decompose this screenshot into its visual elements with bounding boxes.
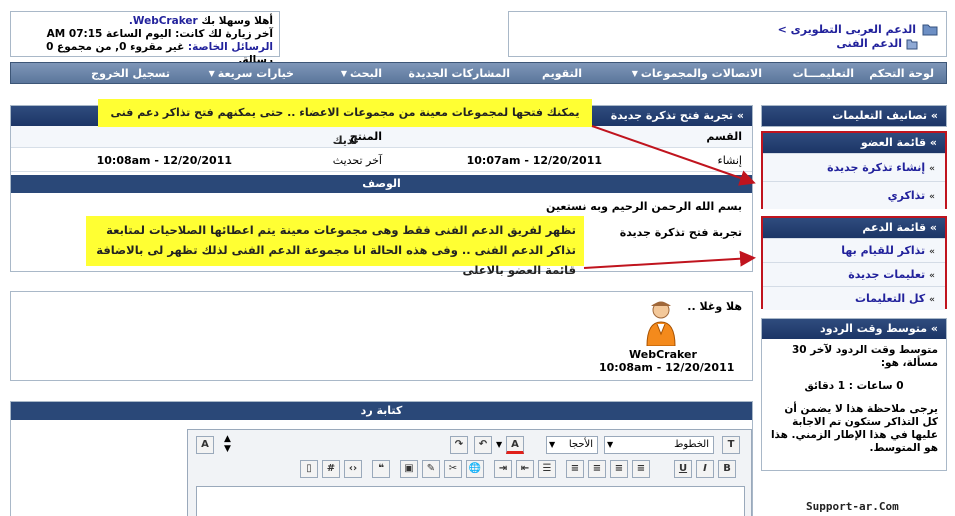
folder-icon xyxy=(922,24,938,36)
username-link[interactable]: WebCraker. xyxy=(129,15,198,27)
sidebar-item-my-tickets[interactable]: »تذاكري xyxy=(763,181,945,209)
main-navbar: لوحة التحكم التعليمـــات الاتصالات والمج… xyxy=(10,62,947,84)
font-color-icon[interactable]: A xyxy=(506,436,524,454)
nav-new-posts[interactable]: المشاركات الجديدة xyxy=(394,67,522,80)
sidebar-item-all-faq[interactable]: »كل التعليمات xyxy=(763,286,945,310)
nav-faq[interactable]: التعليمـــات xyxy=(774,67,866,80)
reply-panel: كتابة رد A ▲ ▼ ↷ ↶ ▼ A الأحجا ▼ الخطوط ▼ T … xyxy=(10,401,753,516)
breadcrumb-path: الدعم العربى التطويرى > xyxy=(778,23,916,36)
nav-control-panel[interactable]: لوحة التحكم xyxy=(866,67,946,80)
faq-categories-box: » تصانيف التعليمات xyxy=(761,105,947,127)
last-visit: آخر زيارة لك كانت: اليوم الساعة 07:15 AM xyxy=(46,28,273,40)
color-dropdown-icon[interactable]: ▼ xyxy=(496,440,502,449)
code-icon[interactable]: # xyxy=(322,460,340,478)
annotation-note-2: تظهر لفريق الدعم الفنى فقط وهى مجموعات م… xyxy=(86,216,584,277)
justify-icon[interactable]: ≡ xyxy=(566,460,584,478)
breadcrumb-root[interactable]: الدعم العربى التطويرى xyxy=(791,23,916,36)
breadcrumb-current: الدعم الفنى xyxy=(836,37,902,50)
avg-response-title: » متوسط وقت الردود xyxy=(762,319,946,339)
italic-icon[interactable]: I xyxy=(696,460,714,478)
avg-response-value: 0 ساعات : 1 دقائق xyxy=(804,380,904,392)
created-label: إنشاء xyxy=(717,154,742,167)
created-value: 10:07am - 12/20/2011 xyxy=(466,154,602,167)
sidebar-item-todo-tickets[interactable]: »تذاكر للقيام بها xyxy=(763,238,945,262)
align-center-icon[interactable]: ≡ xyxy=(610,460,628,478)
font-select[interactable]: الخطوط ▼ xyxy=(604,436,714,454)
ticket-row-dates: إنشاء 10:07am - 12/20/2011 آخر تحديث 10:… xyxy=(11,150,752,172)
reply-title: كتابة رد xyxy=(11,402,752,420)
remove-format-icon[interactable]: T xyxy=(722,436,740,454)
switch-mode-icon[interactable]: A xyxy=(196,436,214,454)
html-icon[interactable]: ‹› xyxy=(344,460,362,478)
user-avatar-icon xyxy=(646,301,676,346)
link-icon[interactable]: 🌐 xyxy=(466,460,484,478)
edit-icon[interactable]: ✎ xyxy=(422,460,440,478)
align-right-icon[interactable]: ≡ xyxy=(588,460,606,478)
list-icon[interactable]: ☰ xyxy=(538,460,556,478)
reply-textarea[interactable] xyxy=(196,486,745,516)
bullet-arrow-icon: » xyxy=(929,271,935,281)
post-author[interactable]: WebCraker xyxy=(629,348,697,361)
unlink-icon[interactable]: ✂ xyxy=(444,460,462,478)
resize-icon[interactable]: ▲ ▼ xyxy=(224,434,231,454)
ticket-row-meta: القسم المنتج xyxy=(11,126,752,148)
watermark: Support-ar.Com xyxy=(806,500,899,513)
bold-icon[interactable]: B xyxy=(718,460,736,478)
description-header: الوصف xyxy=(11,175,752,193)
nav-calendar[interactable]: التقويم xyxy=(522,67,594,80)
annotation-note-1: يمكنك فتحها لمجموعات معينة من مجموعات ال… xyxy=(98,99,592,147)
breadcrumb-separator: > xyxy=(777,23,787,36)
faq-categories-title[interactable]: » تصانيف التعليمات xyxy=(762,106,946,126)
align-left-icon[interactable]: ≡ xyxy=(632,460,650,478)
nav-quick-links[interactable]: خيارات سريعة ▼ xyxy=(182,67,306,80)
indent-icon[interactable]: ⇥ xyxy=(494,460,512,478)
bullet-arrow-icon: » xyxy=(929,247,935,257)
redo-icon[interactable]: ↷ xyxy=(450,436,468,454)
support-menu: » قائمة الدعم »تذاكر للقيام بها »تعليمات… xyxy=(761,216,947,310)
member-menu-title: » قائمة العضو xyxy=(763,133,945,153)
caret-down-icon: ▼ xyxy=(340,68,348,78)
ticket-bismillah: بسم الله الرحمن الرحيم وبه نستعين xyxy=(546,200,742,213)
avg-response-intro: متوسط وقت الردود لآخر 30 مسألة، هو: xyxy=(792,344,938,369)
bullet-arrow-icon: » xyxy=(929,295,935,305)
sidebar-item-new-faq[interactable]: »تعليمات جديدة xyxy=(763,262,945,286)
post-text: هلا وغلا .. xyxy=(687,300,742,313)
ticket-body: تجربة فتح تذكرة جديدة xyxy=(619,226,742,239)
nav-groups[interactable]: الاتصالات والمجموعات ▼ xyxy=(594,67,774,80)
size-select[interactable]: الأحجا ▼ xyxy=(546,436,598,454)
quote-icon[interactable]: ❝ xyxy=(372,460,390,478)
folder-open-icon xyxy=(906,39,918,50)
sidebar-item-new-ticket[interactable]: »إنشاء تذكرة جديدة xyxy=(763,153,945,181)
caret-down-icon: ▼ xyxy=(208,68,215,78)
post-date: 10:08am - 12/20/2011 xyxy=(599,361,735,374)
image-icon[interactable]: ▣ xyxy=(400,460,418,478)
avg-response-box: » متوسط وقت الردود متوسط وقت الردود لآخر… xyxy=(761,318,947,471)
nav-logout[interactable]: تسجيل الخروج xyxy=(79,67,182,80)
underline-icon[interactable]: U xyxy=(674,460,692,478)
welcome-box: أهلا وسهلا بك WebCraker. آخر زيارة لك كا… xyxy=(10,11,280,66)
welcome-line: أهلا وسهلا بك WebCraker. xyxy=(128,15,273,27)
reply-post: هلا وغلا .. WebCraker 10:08am - 12/20/20… xyxy=(10,291,753,381)
section-label: القسم xyxy=(706,130,742,143)
updated-value: 10:08am - 12/20/2011 xyxy=(96,154,232,167)
bullet-arrow-icon: » xyxy=(929,164,935,174)
support-menu-title: » قائمة الدعم xyxy=(763,218,945,238)
nav-search[interactable]: البحث ▼ xyxy=(306,67,394,80)
member-menu: » قائمة العضو »إنشاء تذكرة جديدة »تذاكري xyxy=(761,131,947,209)
pm-link[interactable]: الرسائل الخاصة: xyxy=(188,41,273,53)
avg-response-note: يرجى ملاحظة هذا لا يضمن أن كل التذاكر ست… xyxy=(770,403,938,454)
bullet-arrow-icon: » xyxy=(929,192,935,202)
undo-icon[interactable]: ↶ xyxy=(474,436,492,454)
page-icon[interactable]: ▯ xyxy=(300,460,318,478)
breadcrumb: الدعم العربى التطويرى > الدعم الفنى xyxy=(508,11,947,57)
reply-editor: A ▲ ▼ ↷ ↶ ▼ A الأحجا ▼ الخطوط ▼ T ▯ # ‹› ❝ … xyxy=(187,429,752,516)
caret-down-icon: ▼ xyxy=(631,68,638,78)
outdent-icon[interactable]: ⇤ xyxy=(516,460,534,478)
